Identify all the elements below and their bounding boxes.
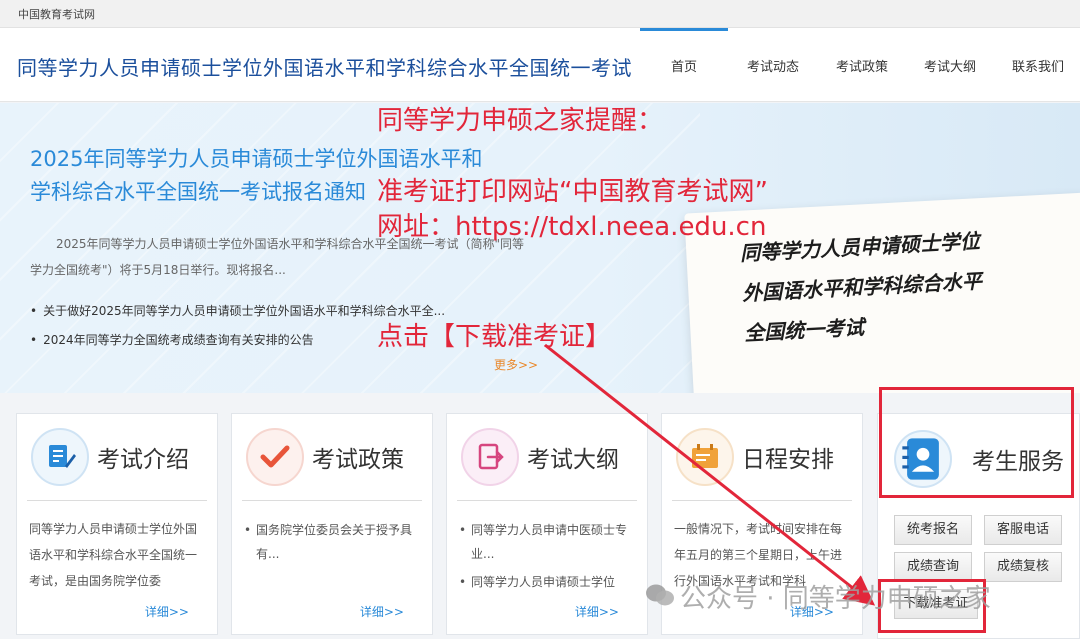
nav-exam-policy[interactable]: 考试政策 [818,28,906,102]
list-item[interactable]: 同等学力人员申请硕士学位 [457,570,639,594]
divider [672,500,852,501]
card-title: 日程安排 [742,447,834,473]
site-name[interactable]: 中国教育考试网 [18,6,95,22]
divider [457,500,637,501]
annotation-url: 网址：https://tdxl.neea.edu.cn [377,212,767,242]
card-exam-intro: 考试介绍 同等学力人员申请硕士学位外国语水平和学科综合水平全国统一考试，是由国务… [16,413,218,635]
divider [242,500,422,501]
nav-contact-us[interactable]: 联系我们 [994,28,1080,102]
header: 同等学力人员申请硕士学位外国语水平和学科综合水平全国统一考试 首页 考试动态 考… [0,28,1080,102]
card-exam-syllabus: 考试大纲 同等学力人员申请中医硕士专业... 同等学力人员申请硕士学位 详细>> [446,413,648,635]
card-list: 国务院学位委员会关于授予具有... [242,518,424,570]
main-nav: 首页 考试动态 考试政策 考试大纲 联系我们 [640,28,1080,102]
card-exam-policy: 考试政策 国务院学位委员会关于授予具有... 详细>> [231,413,433,635]
paper-graphic-text: 同等学力人员申请硕士学位 外国语水平和学科综合水平 全国统一考试 [739,228,983,346]
exam-registration-button[interactable]: 统考报名 [894,515,972,545]
checkmark-icon [246,428,304,486]
card-title: 考试政策 [312,447,404,473]
card-title: 考试介绍 [97,447,189,473]
nav-exam-news[interactable]: 考试动态 [728,28,818,102]
nav-exam-syllabus[interactable]: 考试大纲 [906,28,994,102]
annotation-reminder: 同等学力申硕之家提醒： [377,106,664,136]
divider [27,500,207,501]
card-list: 同等学力人员申请中医硕士专业... 同等学力人员申请硕士学位 [457,518,639,598]
nav-home[interactable]: 首页 [640,28,728,102]
annotation-click: 点击【下载准考证】 [377,322,612,352]
document-export-icon [461,428,519,486]
wechat-icon [646,584,674,606]
top-strip: 中国教育考试网 [0,0,1080,28]
score-review-button[interactable]: 成绩复核 [984,552,1062,582]
card-description: 同等学力人员申请硕士学位外国语水平和学科综合水平全国统一考试，是由国务院学位委 [29,522,198,588]
banner-more-link[interactable]: 更多>> [494,356,538,373]
calendar-icon [676,428,734,486]
detail-link[interactable]: 详细>> [575,603,619,620]
detail-link[interactable]: 详细>> [145,603,189,620]
list-item[interactable]: 国务院学位委员会关于授予具有... [242,518,424,566]
list-item[interactable]: 同等学力人员申请中医硕士专业... [457,518,639,566]
highlight-box-service [879,387,1074,498]
edit-document-icon [31,428,89,486]
watermark: 公众号 · 同等学力申硕之家 [680,584,991,614]
card-title: 考试大纲 [527,447,619,473]
annotation-site: 准考证打印网站“中国教育考试网” [377,177,768,207]
customer-service-phone-button[interactable]: 客服电话 [984,515,1062,545]
page-title: 同等学力人员申请硕士学位外国语水平和学科综合水平全国统一考试 [17,56,632,80]
detail-link[interactable]: 详细>> [360,603,404,620]
